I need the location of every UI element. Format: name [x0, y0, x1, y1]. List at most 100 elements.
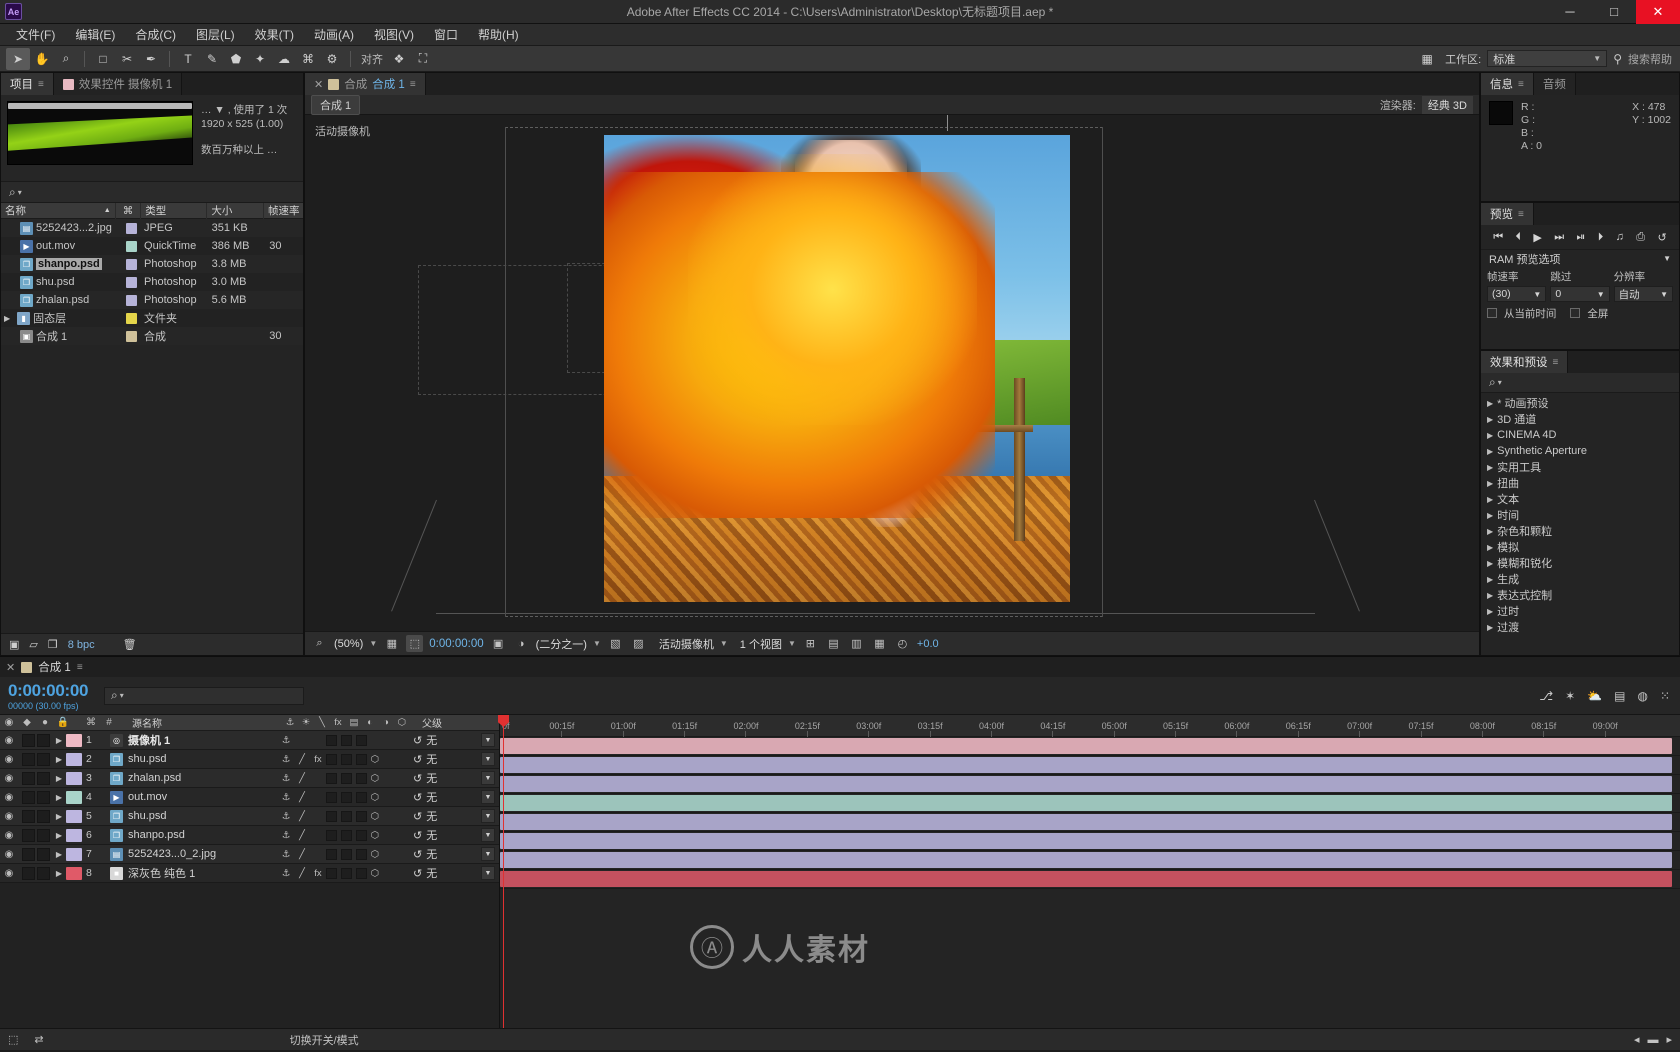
label-color-swatch[interactable]: [118, 240, 144, 252]
layer-switch-frameblend-toggle[interactable]: [326, 753, 337, 765]
layer-switch-3d-icon[interactable]: ⬡: [367, 792, 383, 803]
layer-switch-shy-icon[interactable]: ⚓: [278, 849, 294, 860]
layer-visibility-icon[interactable]: ◉: [0, 830, 18, 841]
layer-switch-quality-icon[interactable]: ╱: [294, 811, 310, 822]
effects-category-row[interactable]: ▶ 杂色和颗粒: [1481, 523, 1679, 539]
parent-pickwhip-icon[interactable]: ↺: [413, 753, 422, 766]
tool-camera[interactable]: ✂: [115, 48, 139, 70]
layer-switch-adjustment-toggle[interactable]: [356, 848, 367, 860]
tab-effect-controls[interactable]: 效果控件 摄像机 1: [53, 73, 183, 95]
layer-parent-cell[interactable]: ↺ 无 ▼: [413, 865, 499, 881]
disclosure-triangle-icon[interactable]: ▶: [1487, 479, 1493, 488]
layer-solo-toggle[interactable]: [37, 828, 50, 842]
parent-pickwhip-icon[interactable]: ↺: [413, 734, 422, 747]
tab-effects-presets[interactable]: 效果和预设 ≡: [1481, 351, 1569, 373]
timeline-tool-3[interactable]: ▤: [1614, 689, 1625, 703]
effects-category-row[interactable]: ▶ 过时: [1481, 603, 1679, 619]
parent-pickwhip-icon[interactable]: ↺: [413, 791, 422, 804]
chevron-down-icon[interactable]: ▼: [369, 639, 377, 648]
chevron-down-icon[interactable]: ▼: [481, 809, 495, 823]
skip-select[interactable]: 0 ▼: [1550, 286, 1610, 302]
effects-category-row[interactable]: ▶ 扭曲: [1481, 475, 1679, 491]
layer-color-swatch[interactable]: [66, 752, 82, 766]
tool-pan-behind[interactable]: ✒: [139, 48, 163, 70]
layer-duration-bar[interactable]: [500, 814, 1672, 830]
maximize-button[interactable]: □: [1592, 0, 1636, 24]
layer-color-swatch[interactable]: [66, 809, 82, 823]
disclosure-triangle-icon[interactable]: ▶: [1487, 463, 1493, 472]
layer-switch-3d-icon[interactable]: ⬡: [367, 811, 383, 822]
pixel-aspect-icon[interactable]: ⊞: [802, 635, 819, 652]
layer-switch-adjustment-toggle[interactable]: [356, 810, 367, 822]
label-color-swatch[interactable]: [118, 312, 144, 324]
layer-switch-shy-icon[interactable]: ⚓: [278, 773, 294, 784]
layer-switch-3d-icon[interactable]: ⬡: [367, 830, 383, 841]
tool-rotation[interactable]: □: [91, 48, 115, 70]
chevron-down-icon[interactable]: ▼: [481, 828, 495, 842]
layer-switch-frameblend-toggle[interactable]: [326, 772, 337, 784]
layer-switch-motionblur-toggle[interactable]: [341, 734, 352, 746]
layer-color-swatch[interactable]: [66, 771, 82, 785]
transport-button-3[interactable]: ⏭: [1554, 231, 1564, 244]
layer-visibility-icon[interactable]: ◉: [0, 754, 18, 765]
graph-editor-icon[interactable]: ⇄: [34, 1033, 43, 1046]
tool-text[interactable]: ⬟: [224, 48, 248, 70]
layer-parent-cell[interactable]: ↺ 无 ▼: [413, 789, 499, 805]
layer-solo-toggle[interactable]: [37, 790, 50, 804]
layer-switch-frameblend-toggle[interactable]: [326, 848, 337, 860]
layer-switch-effects-icon[interactable]: fx: [310, 868, 326, 879]
disclosure-triangle-icon[interactable]: ▶: [1487, 607, 1493, 616]
transparency-grid-icon[interactable]: ▨: [630, 635, 647, 652]
layer-switch-motionblur-toggle[interactable]: [341, 810, 352, 822]
layer-switch-frameblend-toggle[interactable]: [326, 810, 337, 822]
effects-category-row[interactable]: ▶ 生成: [1481, 571, 1679, 587]
layer-visibility-icon[interactable]: ◉: [0, 792, 18, 803]
menu-item-4[interactable]: 效果(T): [245, 24, 304, 45]
timeline-search-input[interactable]: ⌕ ▾: [104, 686, 304, 705]
layer-switch-quality-icon[interactable]: ╱: [294, 773, 310, 784]
timeline-graph-area[interactable]: 0f 00:15f 01:00f 01:15f 02:00f 02:15f 03:00f 03…: [498, 715, 1680, 1028]
project-item-row[interactable]: ❐ shanpo.psd Photoshop 3.8 MB: [1, 255, 303, 273]
grid-guides-icon[interactable]: ▦: [383, 635, 400, 652]
label-color-swatch[interactable]: [118, 258, 144, 270]
source-name-column-label[interactable]: 源名称: [132, 715, 282, 730]
layer-disclosure-triangle-icon[interactable]: ▶: [52, 869, 66, 878]
layer-color-swatch[interactable]: [66, 828, 82, 842]
new-folder-icon[interactable]: ▱: [29, 638, 37, 651]
toggle-switches-icon[interactable]: ⬚: [8, 1033, 18, 1046]
layer-switch-motionblur-toggle[interactable]: [341, 753, 352, 765]
chevron-down-icon[interactable]: ▼: [481, 790, 495, 804]
column-size[interactable]: 大小: [207, 202, 264, 219]
layer-duration-bar[interactable]: [500, 833, 1672, 849]
disclosure-triangle-icon[interactable]: ▶: [1487, 415, 1493, 424]
effects-category-row[interactable]: ▶ 模糊和锐化: [1481, 555, 1679, 571]
menu-item-0[interactable]: 文件(F): [6, 24, 65, 45]
parent-pickwhip-icon[interactable]: ↺: [413, 829, 422, 842]
layer-switch-motionblur-toggle[interactable]: [341, 772, 352, 784]
view-selector-value[interactable]: 活动摄像机: [659, 636, 714, 652]
parent-pickwhip-icon[interactable]: ↺: [413, 867, 422, 880]
effects-search-bar[interactable]: ⌕ ▾: [1481, 373, 1679, 393]
project-search-bar[interactable]: ⌕ ▾: [1, 181, 303, 203]
layer-switch-shy-icon[interactable]: ⚓: [278, 792, 294, 803]
layer-audio-toggle[interactable]: [22, 847, 35, 861]
layer-switch-adjustment-toggle[interactable]: [356, 829, 367, 841]
timeline-tool-0[interactable]: ⎇: [1539, 689, 1553, 703]
project-item-row[interactable]: ▤ 5252423...2.jpg JPEG 351 KB: [1, 219, 303, 237]
layer-switch-effects-icon[interactable]: fx: [310, 754, 326, 765]
effects-category-row[interactable]: ▶ Synthetic Aperture: [1481, 443, 1679, 459]
layer-duration-bar[interactable]: [500, 757, 1672, 773]
layer-disclosure-triangle-icon[interactable]: ▶: [52, 793, 66, 802]
menu-item-7[interactable]: 窗口: [424, 24, 468, 45]
effects-category-row[interactable]: ▶ * 动画预设: [1481, 395, 1679, 411]
disclosure-triangle-icon[interactable]: ▶: [1487, 511, 1493, 520]
ram-preview-options[interactable]: RAM 预览选项 ▼: [1481, 249, 1679, 267]
chevron-down-icon[interactable]: ▼: [593, 639, 601, 648]
checkbox-fullscreen[interactable]: 全屏: [1570, 306, 1608, 321]
layer-switch-shy-icon[interactable]: ⚓: [278, 830, 294, 841]
chevron-down-icon[interactable]: ▼: [720, 639, 728, 648]
label-color-swatch[interactable]: [118, 330, 144, 342]
exposure-reset-icon[interactable]: ◴: [894, 635, 911, 652]
transport-button-0[interactable]: ⏮: [1493, 231, 1503, 244]
project-item-row[interactable]: ❐ zhalan.psd Photoshop 5.6 MB: [1, 291, 303, 309]
